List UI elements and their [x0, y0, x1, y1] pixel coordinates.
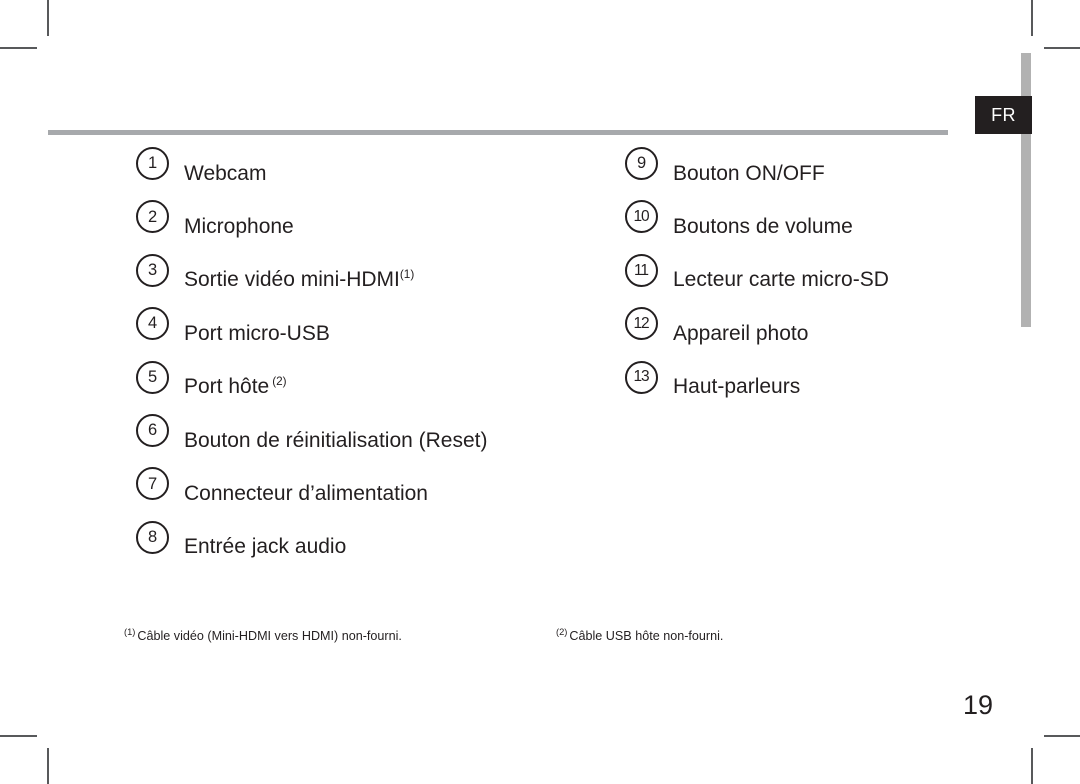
- crop-mark-top-right-horizontal: [1044, 47, 1080, 49]
- crop-mark-top-left-horizontal: [0, 47, 37, 49]
- callout-label-text: Bouton ON/OFF: [673, 161, 825, 185]
- crop-mark-top-right-vertical: [1031, 0, 1033, 36]
- crop-mark-bottom-right-vertical: [1031, 748, 1033, 784]
- callout-number-badge: 6: [136, 413, 169, 447]
- callout-label: Webcam: [184, 162, 266, 186]
- callout-number-badge: 5: [136, 360, 169, 394]
- callout-number-badge: 10: [625, 200, 658, 234]
- footnote-1: (1) Câble vidéo (Mini-HDMI vers HDMI) non…: [124, 626, 402, 643]
- callout-label-text: Boutons de volume: [673, 215, 853, 239]
- callout-label-text: Lecteur carte micro-SD: [673, 268, 889, 292]
- callout-label-text: Entrée jack audio: [184, 535, 347, 559]
- crop-mark-bottom-left-vertical: [47, 748, 49, 784]
- callout-label: Appareil photo: [673, 322, 808, 346]
- footnote-text: Câble USB hôte non-fourni.: [569, 629, 724, 643]
- callout-label-text: Port hôte: [184, 375, 270, 399]
- callout-label: Boutons de volume: [673, 215, 853, 239]
- callout-number-badge: 7: [136, 467, 169, 501]
- callout-label: Microphone: [184, 215, 294, 239]
- callout-label-text: Sortie vidéo mini-HDMI: [184, 268, 400, 292]
- callout-label-text: Bouton de réinitialisation (Reset): [184, 428, 488, 452]
- callout-label: Bouton ON/OFF: [673, 162, 825, 186]
- footnote-text: Câble vidéo (Mini-HDMI vers HDMI) non-fo…: [137, 629, 402, 643]
- callout-label-text: Port micro-USB: [184, 321, 330, 345]
- header-rule: [48, 130, 948, 135]
- callout-number-badge: 12: [625, 307, 658, 341]
- language-tab: FR: [975, 96, 1032, 134]
- callout-number-badge: 9: [625, 147, 658, 180]
- footnote-reference: (1): [399, 268, 415, 282]
- callout-number-badge: 2: [136, 200, 169, 234]
- callout-number-badge: 4: [136, 307, 169, 341]
- callout-label: Bouton de réinitialisation (Reset): [184, 429, 488, 453]
- callout-number-badge: 13: [625, 360, 658, 394]
- language-tab-bar: [1021, 53, 1031, 327]
- callout-label: Connecteur d’alimentation: [184, 482, 428, 506]
- footnote-marker: (1): [124, 626, 136, 637]
- callout-label: Entrée jack audio: [184, 535, 346, 559]
- callout-number-badge: 1: [136, 147, 169, 180]
- callout-label: Lecteur carte micro-SD: [673, 268, 889, 292]
- callout-label-text: Appareil photo: [673, 321, 809, 345]
- callout-label-text: Webcam: [184, 161, 267, 185]
- callout-number-badge: 11: [625, 253, 658, 287]
- crop-mark-top-left-vertical: [47, 0, 49, 36]
- footnote-reference: (2): [272, 375, 287, 389]
- callout-number-badge: 8: [136, 520, 169, 554]
- footnote-marker: (2): [556, 626, 568, 637]
- crop-mark-bottom-left-horizontal: [0, 735, 37, 737]
- callout-label: Haut-parleurs: [673, 375, 800, 399]
- callout-label-text: Haut-parleurs: [673, 375, 801, 399]
- callout-number-badge: 3: [136, 253, 169, 287]
- callout-label-text: Connecteur d’alimentation: [184, 481, 428, 505]
- callout-label: Sortie vidéo mini-HDMI(1): [184, 268, 414, 292]
- crop-mark-bottom-right-horizontal: [1044, 735, 1080, 737]
- callout-label: Port hôte (2): [184, 375, 287, 399]
- page-number: 19: [962, 690, 994, 720]
- footnote-2: (2) Câble USB hôte non-fourni.: [556, 626, 724, 643]
- callout-label-text: Microphone: [184, 215, 294, 239]
- callout-label: Port micro-USB: [184, 322, 330, 346]
